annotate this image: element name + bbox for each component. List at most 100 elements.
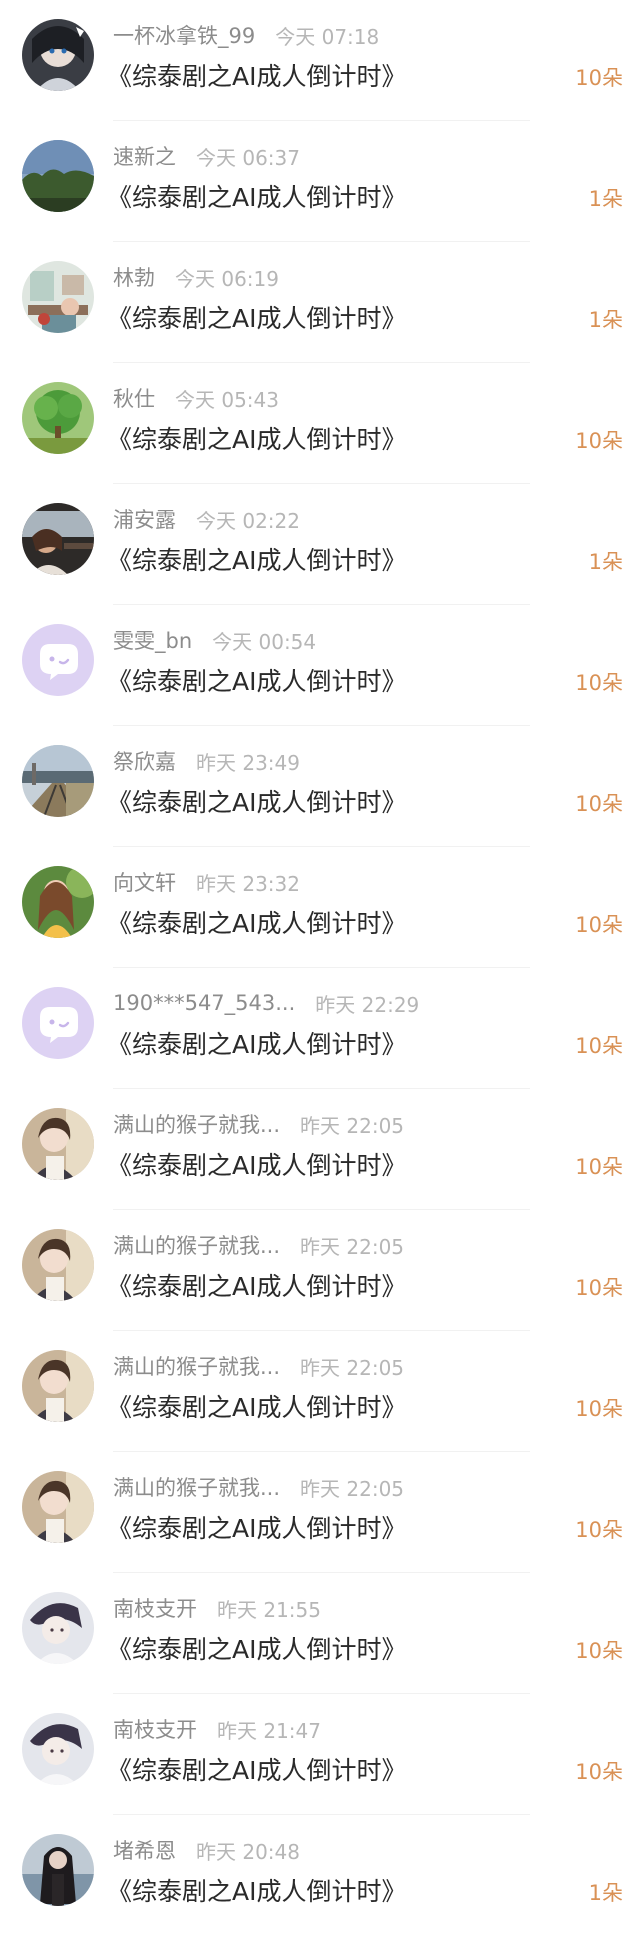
- list-item[interactable]: 向文轩 昨天 23:32 《综泰剧之AI成人倒计时》 10朵: [0, 847, 640, 968]
- flower-count: 10朵: [575, 66, 623, 90]
- book-title[interactable]: 《综泰剧之AI成人倒计时》: [107, 1147, 406, 1181]
- user-name[interactable]: 一杯冰拿铁_99: [113, 20, 255, 50]
- list-item[interactable]: 南枝支开 昨天 21:55 《综泰剧之AI成人倒计时》 10朵: [0, 1573, 640, 1694]
- timestamp: 昨天 22:05: [300, 1476, 405, 1501]
- list-item[interactable]: 堵希恩 昨天 20:48 《综泰剧之AI成人倒计时》 1朵: [0, 1815, 640, 1936]
- book-title[interactable]: 《综泰剧之AI成人倒计时》: [107, 1026, 406, 1060]
- anime-boy-avatar[interactable]: [22, 1350, 94, 1422]
- user-name[interactable]: 南枝支开: [113, 1593, 197, 1623]
- item-meta: 速新之 今天 06:37: [113, 142, 300, 170]
- user-name[interactable]: 190***547_543...: [113, 991, 295, 1015]
- user-name[interactable]: 祭欣嘉: [113, 746, 176, 776]
- list-item[interactable]: 南枝支开 昨天 21:47 《综泰剧之AI成人倒计时》 10朵: [0, 1694, 640, 1815]
- book-title[interactable]: 《综泰剧之AI成人倒计时》: [107, 58, 406, 92]
- user-name[interactable]: 满山的猴子就我...: [113, 1230, 280, 1260]
- timestamp: 昨天 22:05: [300, 1355, 405, 1380]
- book-title[interactable]: 《综泰剧之AI成人倒计时》: [107, 1510, 406, 1544]
- car-portrait-avatar[interactable]: [22, 503, 94, 575]
- timestamp: 昨天 21:47: [217, 1718, 321, 1743]
- book-title[interactable]: 《综泰剧之AI成人倒计时》: [107, 784, 406, 818]
- anime-boy-avatar[interactable]: [22, 1108, 94, 1180]
- list-item[interactable]: 满山的猴子就我... 昨天 22:05 《综泰剧之AI成人倒计时》 10朵: [0, 1331, 640, 1452]
- item-meta: 浦安露 今天 02:22: [113, 505, 300, 533]
- user-name[interactable]: 林勃: [113, 262, 155, 292]
- anime-boy-avatar[interactable]: [22, 1229, 94, 1301]
- timestamp: 昨天 22:05: [300, 1234, 405, 1259]
- flower-count: 1朵: [588, 1881, 623, 1905]
- item-meta: 堵希恩 昨天 20:48: [113, 1836, 300, 1864]
- railway-avatar[interactable]: [22, 745, 94, 817]
- user-name[interactable]: 满山的猴子就我...: [113, 1351, 280, 1381]
- list-item[interactable]: 一杯冰拿铁_99 今天 07:18 《综泰剧之AI成人倒计时》 10朵: [0, 0, 640, 121]
- book-title[interactable]: 《综泰剧之AI成人倒计时》: [107, 1873, 406, 1907]
- item-meta: 满山的猴子就我... 昨天 22:05: [113, 1352, 404, 1380]
- flower-count: 10朵: [575, 1276, 623, 1300]
- flower-count: 10朵: [575, 792, 623, 816]
- default-chat-avatar[interactable]: [22, 624, 94, 696]
- list-item[interactable]: 雯雯_bn 今天 00:54 《综泰剧之AI成人倒计时》 10朵: [0, 605, 640, 726]
- book-title[interactable]: 《综泰剧之AI成人倒计时》: [107, 179, 406, 213]
- timestamp: 今天 05:43: [175, 387, 279, 412]
- item-meta: 满山的猴子就我... 昨天 22:05: [113, 1231, 404, 1259]
- timestamp: 昨天 23:49: [196, 750, 300, 775]
- list-item[interactable]: 速新之 今天 06:37 《综泰剧之AI成人倒计时》 1朵: [0, 121, 640, 242]
- list-item[interactable]: 浦安露 今天 02:22 《综泰剧之AI成人倒计时》 1朵: [0, 484, 640, 605]
- flower-count: 10朵: [575, 913, 623, 937]
- flower-count: 10朵: [575, 429, 623, 453]
- pale-portrait-avatar[interactable]: [22, 1713, 94, 1785]
- item-meta: 向文轩 昨天 23:32: [113, 868, 300, 896]
- anime-boy-avatar[interactable]: [22, 1471, 94, 1543]
- sky-trees-avatar[interactable]: [22, 140, 94, 212]
- item-meta: 雯雯_bn 今天 00:54: [113, 626, 316, 654]
- list-item[interactable]: 190***547_543... 昨天 22:29 《综泰剧之AI成人倒计时》 …: [0, 968, 640, 1089]
- flower-count: 1朵: [588, 308, 623, 332]
- item-meta: 满山的猴子就我... 昨天 22:05: [113, 1473, 404, 1501]
- flower-count: 1朵: [588, 550, 623, 574]
- list-item[interactable]: 满山的猴子就我... 昨天 22:05 《综泰剧之AI成人倒计时》 10朵: [0, 1210, 640, 1331]
- item-meta: 南枝支开 昨天 21:47: [113, 1715, 321, 1743]
- item-meta: 一杯冰拿铁_99 今天 07:18: [113, 21, 379, 49]
- user-name[interactable]: 浦安露: [113, 504, 176, 534]
- user-name[interactable]: 堵希恩: [113, 1835, 176, 1865]
- pale-portrait-avatar[interactable]: [22, 1592, 94, 1664]
- user-name[interactable]: 向文轩: [113, 867, 176, 897]
- timestamp: 昨天 23:32: [196, 871, 300, 896]
- girl-nature-avatar[interactable]: [22, 866, 94, 938]
- timestamp: 昨天 22:05: [300, 1113, 405, 1138]
- user-name[interactable]: 秋仕: [113, 383, 155, 413]
- default-chat-avatar[interactable]: [22, 987, 94, 1059]
- book-title[interactable]: 《综泰剧之AI成人倒计时》: [107, 1389, 406, 1423]
- room-illustration-avatar[interactable]: [22, 261, 94, 333]
- book-title[interactable]: 《综泰剧之AI成人倒计时》: [107, 663, 406, 697]
- user-name[interactable]: 速新之: [113, 141, 176, 171]
- book-title[interactable]: 《综泰剧之AI成人倒计时》: [107, 421, 406, 455]
- list-item[interactable]: 祭欣嘉 昨天 23:49 《综泰剧之AI成人倒计时》 10朵: [0, 726, 640, 847]
- anime-girl-dark-avatar[interactable]: [22, 19, 94, 91]
- user-name[interactable]: 满山的猴子就我...: [113, 1109, 280, 1139]
- user-name[interactable]: 南枝支开: [113, 1714, 197, 1744]
- book-title[interactable]: 《综泰剧之AI成人倒计时》: [107, 1752, 406, 1786]
- book-title[interactable]: 《综泰剧之AI成人倒计时》: [107, 905, 406, 939]
- flower-count: 10朵: [575, 1155, 623, 1179]
- timestamp: 今天 02:22: [196, 508, 300, 533]
- item-meta: 祭欣嘉 昨天 23:49: [113, 747, 300, 775]
- book-title[interactable]: 《综泰剧之AI成人倒计时》: [107, 300, 406, 334]
- list-item[interactable]: 秋仕 今天 05:43 《综泰剧之AI成人倒计时》 10朵: [0, 363, 640, 484]
- user-name[interactable]: 满山的猴子就我...: [113, 1472, 280, 1502]
- timestamp: 今天 00:54: [212, 629, 317, 654]
- list-item[interactable]: 满山的猴子就我... 昨天 22:05 《综泰剧之AI成人倒计时》 10朵: [0, 1089, 640, 1210]
- flower-count: 1朵: [588, 187, 623, 211]
- list-item[interactable]: 满山的猴子就我... 昨天 22:05 《综泰剧之AI成人倒计时》 10朵: [0, 1452, 640, 1573]
- dark-hair-girl-avatar[interactable]: [22, 1834, 94, 1906]
- item-meta: 满山的猴子就我... 昨天 22:05: [113, 1110, 404, 1138]
- book-title[interactable]: 《综泰剧之AI成人倒计时》: [107, 1631, 406, 1665]
- flower-count: 10朵: [575, 1034, 623, 1058]
- list-item[interactable]: 林勃 今天 06:19 《综泰剧之AI成人倒计时》 1朵: [0, 242, 640, 363]
- book-title[interactable]: 《综泰剧之AI成人倒计时》: [107, 542, 406, 576]
- book-title[interactable]: 《综泰剧之AI成人倒计时》: [107, 1268, 406, 1302]
- timestamp: 昨天 22:29: [315, 992, 420, 1017]
- timestamp: 今天 06:19: [175, 266, 279, 291]
- user-name[interactable]: 雯雯_bn: [113, 625, 192, 655]
- green-tree-avatar[interactable]: [22, 382, 94, 454]
- timestamp: 昨天 21:55: [217, 1597, 321, 1622]
